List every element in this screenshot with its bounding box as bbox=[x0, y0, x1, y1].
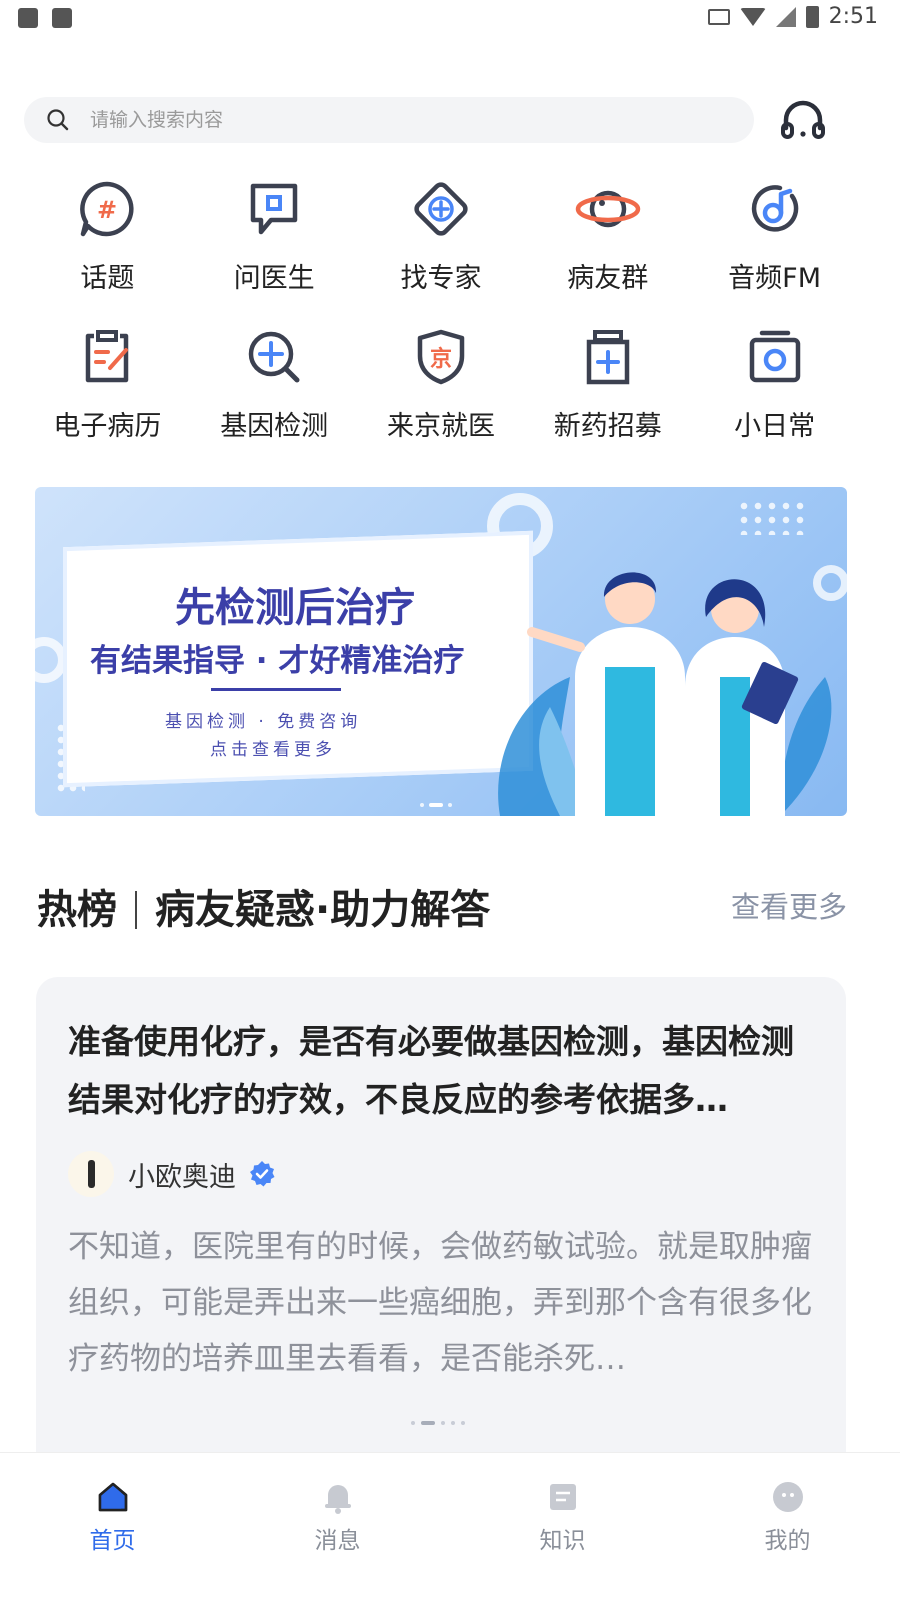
beijing-medical-icon: 京 bbox=[408, 324, 474, 390]
knowledge-icon bbox=[549, 1484, 576, 1510]
answer-text: 不知道，医院里有的时候，会做药敏试验。就是取肿瘤组织，可能是弄出来一些癌细胞，弄… bbox=[68, 1229, 812, 1377]
jing-char-text: 京 bbox=[430, 346, 452, 372]
ask-doctor-icon bbox=[241, 176, 307, 242]
shortcut-audio-fm[interactable]: 音频FM bbox=[691, 172, 858, 296]
tab-knowledge-label: 知识 bbox=[539, 1528, 586, 1554]
patient-group-icon bbox=[575, 176, 641, 242]
topic-icon: # bbox=[74, 176, 140, 242]
tab-profile[interactable]: 我的 bbox=[675, 1453, 900, 1600]
hot-section-title: 热榜 病友疑惑·助力解答 bbox=[37, 877, 490, 935]
home-icon bbox=[98, 1482, 127, 1512]
hot-title-left: 热榜 bbox=[37, 887, 117, 933]
gallery-icon bbox=[18, 8, 38, 28]
verified-icon bbox=[250, 1161, 275, 1187]
banner-pager bbox=[420, 803, 452, 807]
daily-icon bbox=[742, 324, 808, 390]
view-more-link[interactable]: 查看更多 bbox=[731, 884, 847, 926]
tab-knowledge[interactable]: 知识 bbox=[450, 1453, 675, 1600]
card-pager bbox=[411, 1421, 465, 1425]
tab-messages[interactable]: 消息 bbox=[225, 1453, 450, 1600]
new-drug-icon bbox=[575, 324, 641, 390]
shortcut-daily[interactable]: 小日常 bbox=[691, 320, 858, 444]
search-input[interactable] bbox=[90, 109, 690, 131]
tab-home[interactable]: 首页 bbox=[0, 1453, 225, 1600]
hot-question-card[interactable]: 准备使用化疗，是否有必要做基因检测，基因检测结果对化疗的疗效，不良反应的参考依据… bbox=[36, 977, 846, 1477]
audio-fm-icon bbox=[742, 176, 808, 242]
tab-home-label: 首页 bbox=[89, 1528, 136, 1554]
gene-test-icon bbox=[241, 324, 307, 390]
status-time: 2:51 bbox=[828, 4, 878, 29]
signal-icon bbox=[775, 6, 796, 27]
banner-subtitle: 有结果指导 · 才好精准治疗 bbox=[90, 643, 465, 679]
medical-record-icon bbox=[74, 324, 140, 390]
cast-icon bbox=[707, 8, 730, 25]
shortcut-grid: # 话题 问医生 找专家 病友群 音频FM 电子病历 基因检测 京 来京就医 新… bbox=[24, 172, 858, 444]
shortcut-gene-test[interactable]: 基因检测 bbox=[191, 320, 358, 444]
status-bar: 2:51 bbox=[0, 0, 900, 40]
shortcut-medical-record[interactable]: 电子病历 bbox=[24, 320, 191, 444]
svg-text:#: # bbox=[97, 196, 117, 224]
profile-icon bbox=[772, 1482, 803, 1512]
shortcut-new-drug[interactable]: 新药招募 bbox=[524, 320, 691, 444]
author-name: 小欧奥迪 bbox=[128, 1161, 236, 1193]
wifi-icon bbox=[739, 7, 766, 26]
avatar bbox=[68, 1151, 114, 1197]
search-bar[interactable] bbox=[24, 97, 754, 143]
question-text: 准备使用化疗，是否有必要做基因检测，基因检测结果对化疗的疗效，不良反应的参考依据… bbox=[68, 1022, 794, 1119]
shortcut-topic[interactable]: # 话题 bbox=[24, 172, 191, 296]
shortcut-find-expert[interactable]: 找专家 bbox=[358, 172, 525, 296]
bell-icon bbox=[324, 1485, 351, 1514]
banner-line1: 基因检测 · 免费咨询 bbox=[165, 712, 362, 732]
title-separator bbox=[135, 891, 137, 929]
promo-banner[interactable]: 先检测后治疗 有结果指导 · 才好精准治疗 基因检测 · 免费咨询 点击查看更多 bbox=[35, 487, 847, 816]
banner-divider bbox=[211, 688, 341, 691]
search-icon bbox=[46, 108, 70, 132]
shortcut-beijing-medical[interactable]: 京 来京就医 bbox=[358, 320, 525, 444]
headset-icon[interactable] bbox=[778, 96, 828, 146]
battery-icon bbox=[805, 5, 819, 28]
font-icon bbox=[52, 8, 72, 28]
tab-messages-label: 消息 bbox=[314, 1528, 361, 1554]
shortcut-patient-group[interactable]: 病友群 bbox=[524, 172, 691, 296]
hot-title-right: 病友疑惑·助力解答 bbox=[155, 887, 491, 933]
bottom-nav: 首页 消息 知识 我的 bbox=[0, 1452, 900, 1600]
banner-line2: 点击查看更多 bbox=[210, 740, 336, 760]
tab-profile-label: 我的 bbox=[764, 1528, 811, 1554]
doctors-illustration bbox=[498, 572, 832, 816]
author-row: 小欧奥迪 bbox=[68, 1151, 276, 1197]
banner-title: 先检测后治疗 bbox=[175, 585, 415, 631]
find-expert-icon bbox=[408, 176, 474, 242]
shortcut-ask-doctor[interactable]: 问医生 bbox=[191, 172, 358, 296]
